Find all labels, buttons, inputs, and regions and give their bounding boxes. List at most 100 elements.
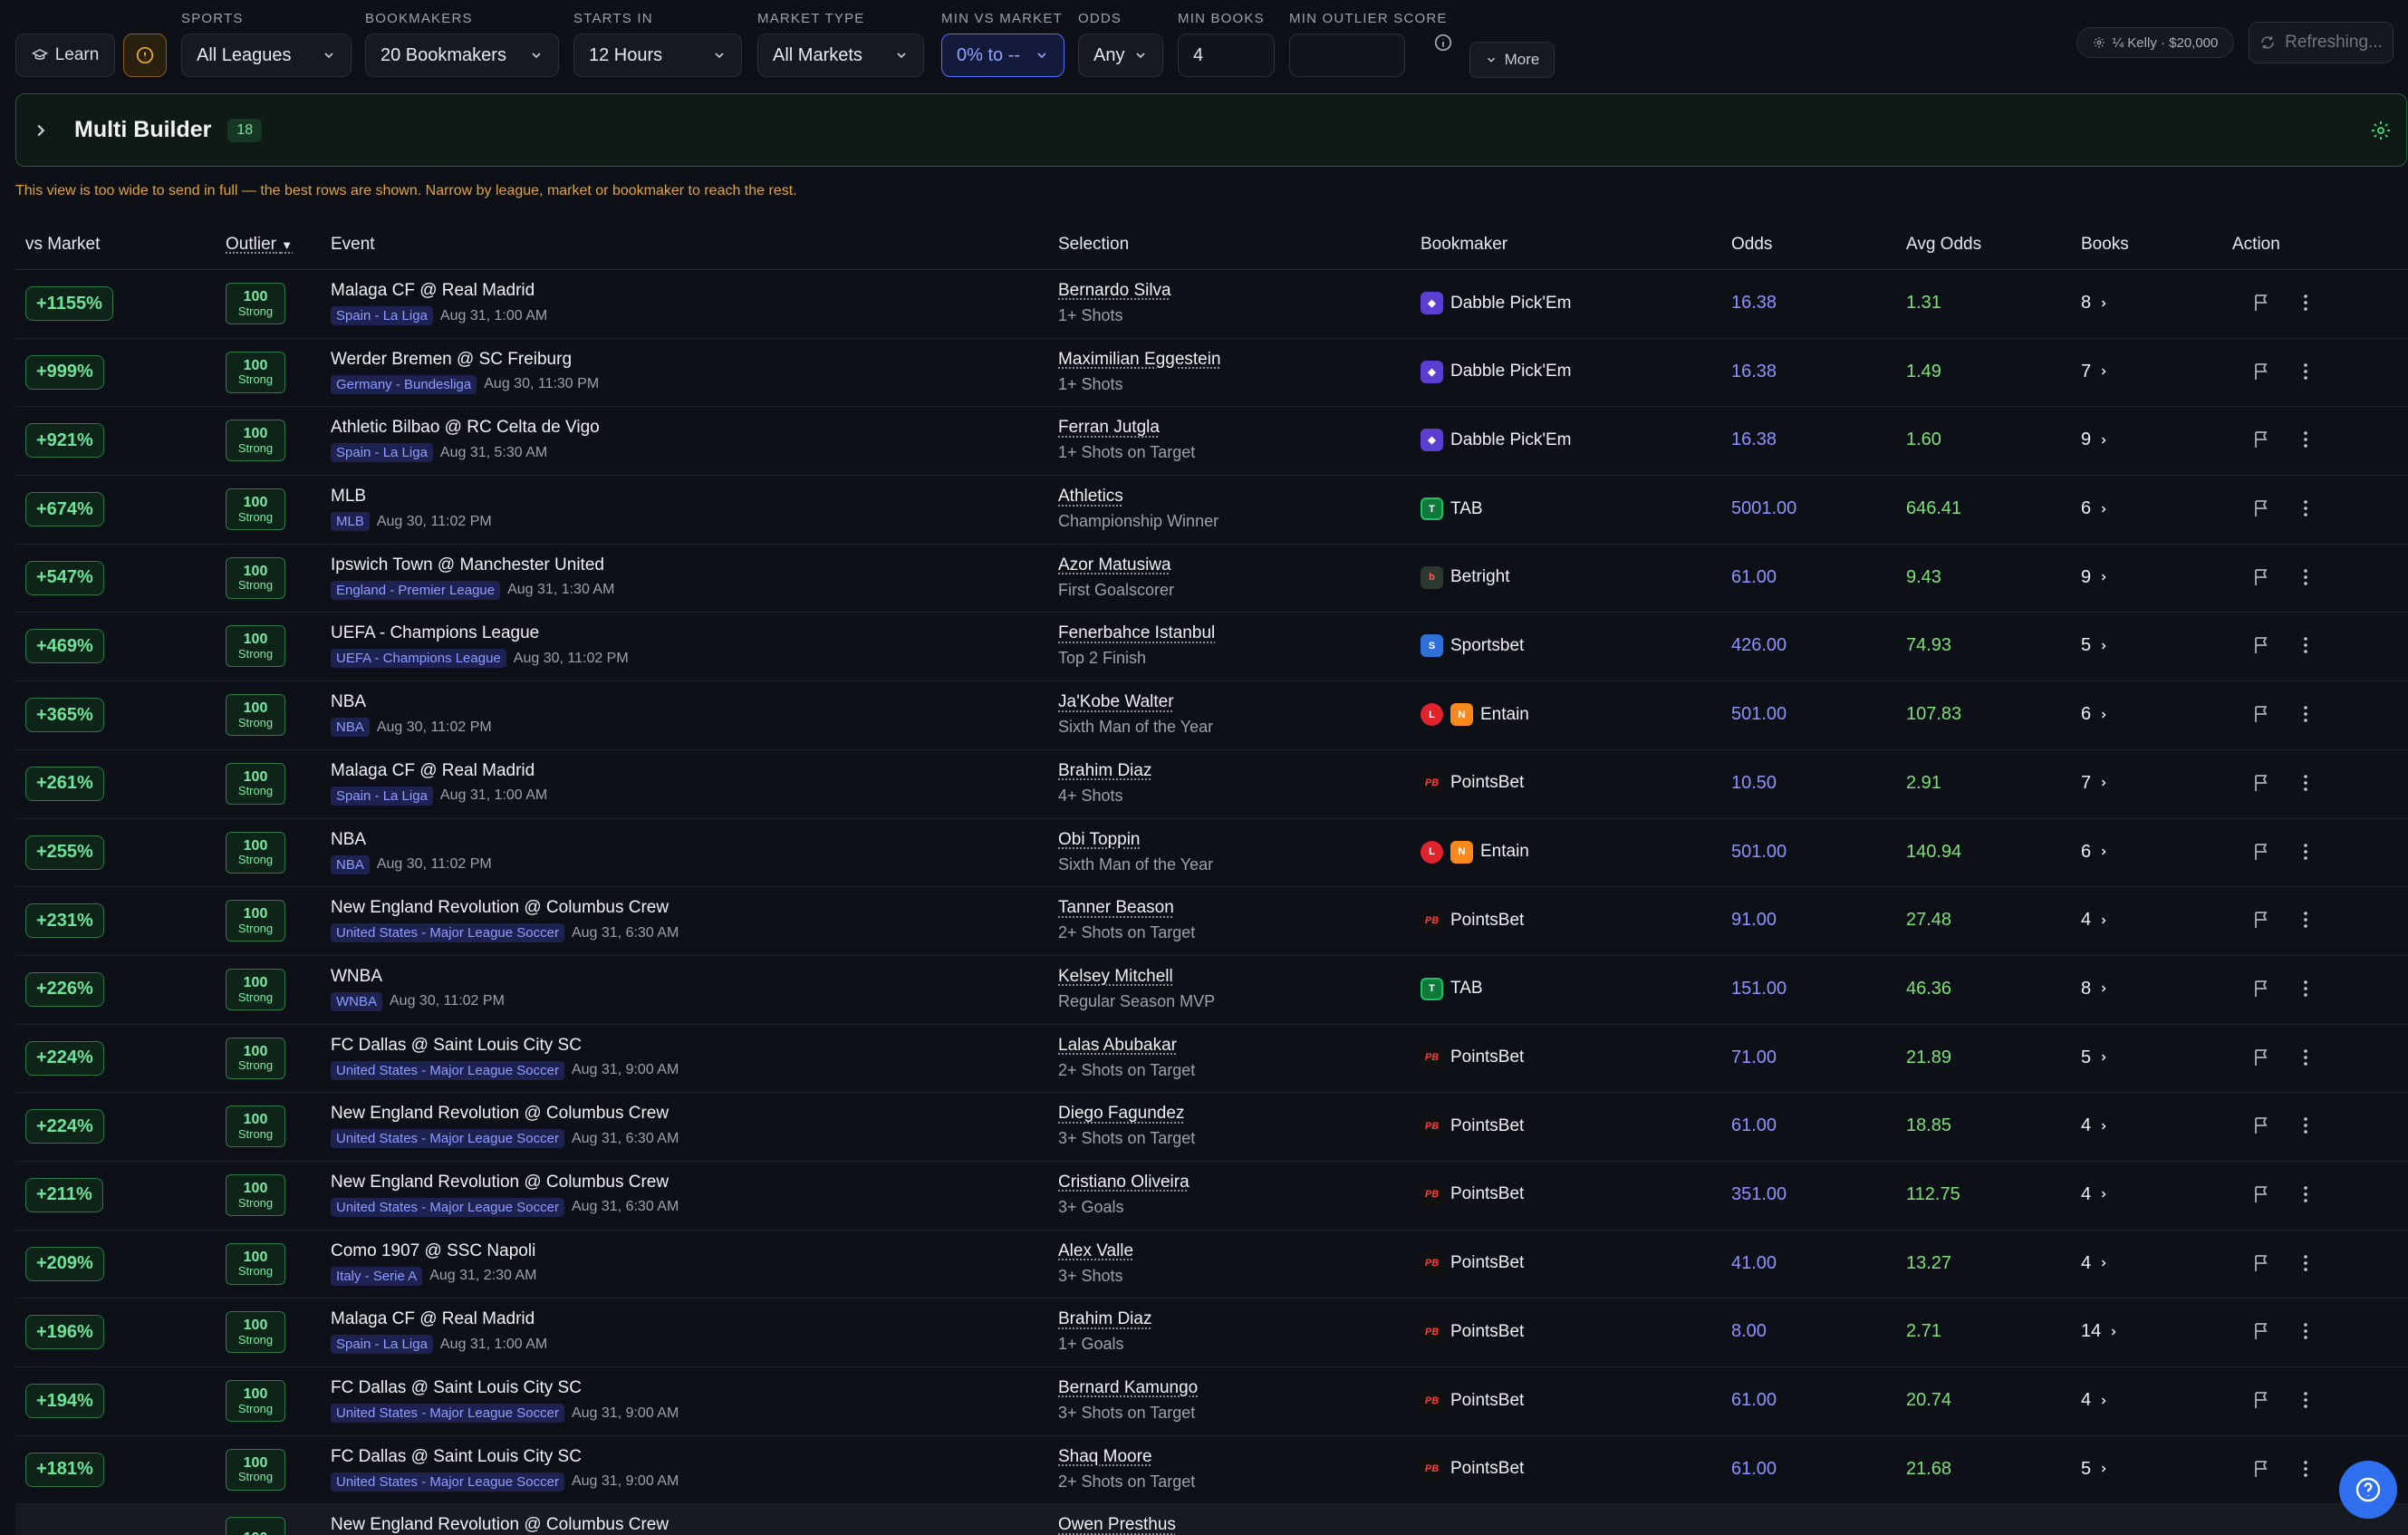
odds-value[interactable]: 16.38 (1731, 430, 1777, 450)
flag-icon[interactable] (2251, 1115, 2273, 1136)
league-tag[interactable]: Italy - Serie A (331, 1267, 422, 1286)
min-books-input[interactable]: 4 (1178, 34, 1275, 77)
flag-icon[interactable] (2251, 429, 2273, 450)
books-count-button[interactable]: 5 (2081, 1459, 2109, 1480)
league-tag[interactable]: United States - Major League Soccer (331, 1404, 564, 1423)
table-row[interactable]: +224% 100 Strong FC Dallas @ Saint Louis… (15, 1025, 2408, 1094)
kelly-bankroll-button[interactable]: ¼ Kelly · $20,000 (2076, 27, 2234, 58)
market-type-select[interactable]: All Markets (757, 34, 924, 77)
more-vertical-icon[interactable] (2295, 361, 2316, 382)
books-count-button[interactable]: 4 (2081, 1184, 2109, 1205)
flag-icon[interactable] (2251, 841, 2273, 863)
table-row[interactable]: +255% 100 Strong NBA NBA Aug 30, 11:02 P… (15, 819, 2408, 888)
odds-value[interactable]: 91.00 (1731, 910, 1777, 931)
odds-value[interactable]: 426.00 (1731, 635, 1787, 656)
selection-name[interactable]: Kelsey Mitchell (1058, 967, 1215, 987)
selection-name[interactable]: Azor Matusiwa (1058, 555, 1174, 575)
selection-name[interactable]: Owen Presthus (1058, 1515, 1176, 1535)
odds-value[interactable]: 5001.00 (1731, 498, 1796, 519)
flag-icon[interactable] (2251, 978, 2273, 999)
table-row[interactable]: 100 New England Revolution @ Columbus Cr… (15, 1504, 2408, 1535)
table-row[interactable]: +674% 100 Strong MLB MLB Aug 30, 11:02 P… (15, 476, 2408, 545)
col-bookmaker[interactable]: Bookmaker (1421, 235, 1507, 255)
info-button[interactable] (123, 34, 167, 77)
flag-icon[interactable] (2251, 497, 2273, 519)
selection-name[interactable]: Ja'Kobe Walter (1058, 692, 1213, 712)
books-count-button[interactable]: 5 (2081, 1047, 2109, 1068)
info-circle-icon[interactable] (1433, 33, 1453, 53)
table-row[interactable]: +226% 100 Strong WNBA WNBA Aug 30, 11:02… (15, 956, 2408, 1025)
more-vertical-icon[interactable] (2295, 841, 2316, 863)
more-vertical-icon[interactable] (2295, 1458, 2316, 1480)
flag-icon[interactable] (2251, 1183, 2273, 1205)
odds-value[interactable]: 71.00 (1731, 1047, 1777, 1068)
more-vertical-icon[interactable] (2295, 1183, 2316, 1205)
flag-icon[interactable] (2251, 909, 2273, 931)
books-count-button[interactable]: 4 (2081, 1253, 2109, 1274)
books-count-button[interactable]: 8 (2081, 293, 2109, 314)
selection-name[interactable]: Bernardo Silva (1058, 281, 1171, 301)
league-tag[interactable]: MLB (331, 512, 370, 531)
books-count-button[interactable]: 4 (2081, 1115, 2109, 1136)
selection-name[interactable]: Ferran Jutgla (1058, 418, 1195, 438)
odds-select[interactable]: Any (1078, 34, 1163, 77)
flag-icon[interactable] (2251, 566, 2273, 588)
league-tag[interactable]: United States - Major League Soccer (331, 923, 564, 942)
more-vertical-icon[interactable] (2295, 497, 2316, 519)
odds-value[interactable]: 10.50 (1731, 773, 1777, 794)
more-vertical-icon[interactable] (2295, 1320, 2316, 1342)
league-tag[interactable]: Spain - La Liga (331, 306, 433, 325)
table-row[interactable]: +181% 100 Strong FC Dallas @ Saint Louis… (15, 1436, 2408, 1505)
table-row[interactable]: +469% 100 Strong UEFA - Champions League… (15, 613, 2408, 681)
more-vertical-icon[interactable] (2295, 1389, 2316, 1411)
col-vs-market[interactable]: vs Market (25, 235, 100, 255)
min-vs-market-select[interactable]: 0% to -- (941, 34, 1064, 77)
table-row[interactable]: +999% 100 Strong Werder Bremen @ SC Frei… (15, 339, 2408, 408)
league-tag[interactable]: United States - Major League Soccer (331, 1472, 564, 1492)
books-count-button[interactable]: 7 (2081, 773, 2109, 794)
league-tag[interactable]: United States - Major League Soccer (331, 1129, 564, 1148)
flag-icon[interactable] (2251, 361, 2273, 382)
league-tag[interactable]: Spain - La Liga (331, 1335, 433, 1354)
flag-icon[interactable] (2251, 772, 2273, 794)
selection-name[interactable]: Maximilian Eggestein (1058, 350, 1221, 370)
flag-icon[interactable] (2251, 634, 2273, 656)
selection-name[interactable]: Alex Valle (1058, 1241, 1133, 1261)
odds-value[interactable]: 501.00 (1731, 842, 1787, 863)
league-tag[interactable]: Spain - La Liga (331, 443, 433, 462)
col-books[interactable]: Books (2081, 235, 2129, 255)
odds-value[interactable]: 16.38 (1731, 362, 1777, 382)
more-vertical-icon[interactable] (2295, 1047, 2316, 1068)
more-vertical-icon[interactable] (2295, 772, 2316, 794)
refresh-button[interactable]: Refreshing... (2249, 22, 2394, 63)
more-vertical-icon[interactable] (2295, 566, 2316, 588)
books-count-button[interactable]: 5 (2081, 635, 2109, 656)
league-tag[interactable]: NBA (331, 718, 370, 737)
league-tag[interactable]: United States - Major League Soccer (331, 1061, 564, 1080)
flag-icon[interactable] (2251, 1389, 2273, 1411)
odds-value[interactable]: 351.00 (1731, 1184, 1787, 1205)
starts-in-select[interactable]: 12 Hours (573, 34, 742, 77)
table-row[interactable]: +196% 100 Strong Malaga CF @ Real Madrid… (15, 1298, 2408, 1367)
table-row[interactable]: +209% 100 Strong Como 1907 @ SSC Napoli … (15, 1231, 2408, 1299)
more-vertical-icon[interactable] (2295, 429, 2316, 450)
selection-name[interactable]: Brahim Diaz (1058, 761, 1151, 781)
more-vertical-icon[interactable] (2295, 909, 2316, 931)
gear-icon[interactable] (2370, 120, 2392, 141)
books-count-button[interactable]: 4 (2081, 910, 2109, 931)
min-outlier-score-input[interactable] (1289, 34, 1405, 77)
league-tag[interactable]: England - Premier League (331, 581, 500, 600)
odds-value[interactable]: 61.00 (1731, 1115, 1777, 1136)
odds-value[interactable]: 501.00 (1731, 704, 1787, 725)
flag-icon[interactable] (2251, 1047, 2273, 1068)
selection-name[interactable]: Fenerbahce Istanbul (1058, 623, 1215, 643)
books-count-button[interactable]: 9 (2081, 430, 2109, 450)
chevron-right-icon[interactable] (31, 121, 51, 140)
more-vertical-icon[interactable] (2295, 703, 2316, 725)
more-vertical-icon[interactable] (2295, 292, 2316, 314)
col-outlier[interactable]: Outlier ▼ (226, 235, 293, 255)
selection-name[interactable]: Brahim Diaz (1058, 1309, 1151, 1329)
more-vertical-icon[interactable] (2295, 978, 2316, 999)
league-tag[interactable]: Spain - La Liga (331, 787, 433, 806)
help-button[interactable] (2339, 1461, 2397, 1519)
